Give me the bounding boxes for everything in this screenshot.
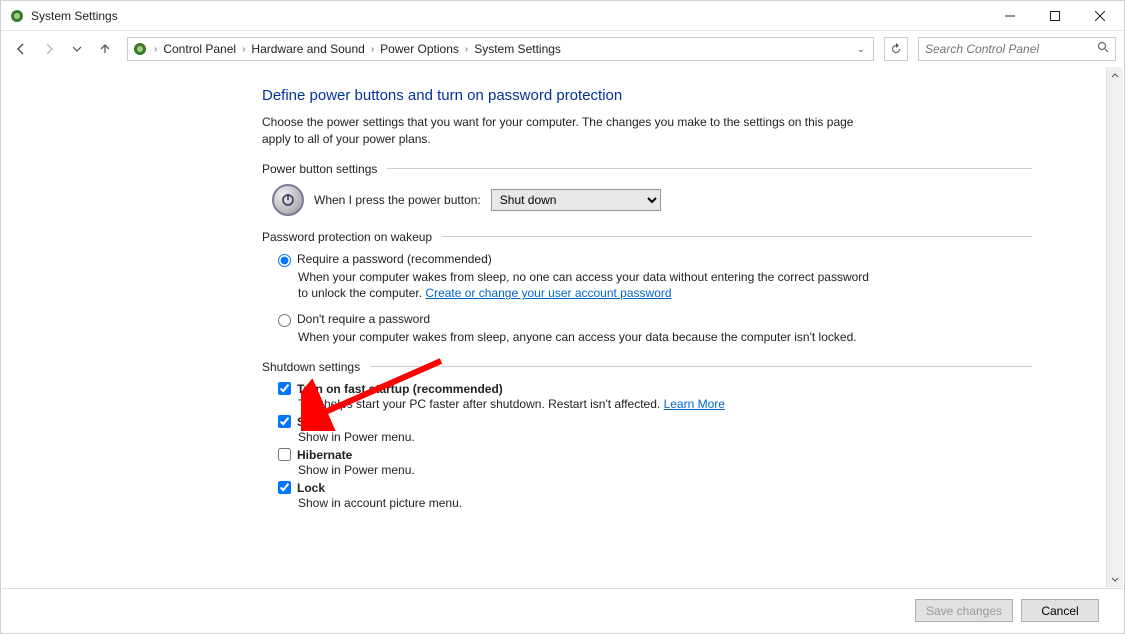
breadcrumb-item[interactable]: Control Panel (159, 42, 240, 56)
learn-more-link[interactable]: Learn More (664, 397, 725, 411)
power-options-folder-icon (132, 41, 148, 57)
section-header-power-button: Power button settings (262, 162, 377, 176)
divider (442, 236, 1032, 237)
breadcrumb-item[interactable]: System Settings (470, 42, 565, 56)
require-password-desc: When your computer wakes from sleep, no … (298, 269, 878, 303)
fast-startup-label[interactable]: Turn on fast startup (recommended) (297, 382, 503, 396)
require-password-radio[interactable] (278, 254, 291, 267)
hibernate-desc: Show in Power menu. (298, 463, 1032, 477)
vertical-scrollbar[interactable] (1106, 67, 1123, 587)
lock-checkbox[interactable] (278, 481, 291, 494)
maximize-button[interactable] (1032, 1, 1077, 30)
up-button[interactable] (93, 37, 117, 61)
hibernate-label[interactable]: Hibernate (297, 448, 352, 462)
fast-startup-desc: This helps start your PC faster after sh… (298, 397, 1032, 411)
scroll-down-button[interactable] (1107, 570, 1123, 587)
save-changes-button[interactable]: Save changes (915, 599, 1013, 622)
search-icon[interactable] (1097, 40, 1109, 58)
chevron-down-icon[interactable]: ⌄ (853, 44, 869, 55)
search-input-wrapper[interactable] (918, 37, 1116, 61)
page-intro: Choose the power settings that you want … (262, 114, 862, 148)
power-options-window-icon (9, 8, 25, 24)
chevron-right-icon[interactable]: › (240, 44, 247, 55)
sleep-checkbox[interactable] (278, 415, 291, 428)
power-button-label: When I press the power button: (314, 193, 481, 207)
divider (387, 168, 1032, 169)
refresh-button[interactable] (884, 37, 908, 61)
power-button-action-select[interactable]: Shut down (491, 189, 661, 211)
search-input[interactable] (925, 42, 1097, 56)
section-header-password: Password protection on wakeup (262, 230, 432, 244)
breadcrumb-item[interactable]: Power Options (376, 42, 463, 56)
require-password-label[interactable]: Require a password (recommended) (297, 252, 492, 266)
chevron-right-icon[interactable]: › (152, 44, 159, 55)
power-icon (272, 184, 304, 216)
fast-startup-checkbox[interactable] (278, 382, 291, 395)
no-password-label[interactable]: Don't require a password (297, 312, 430, 326)
cancel-button[interactable]: Cancel (1021, 599, 1099, 622)
back-button[interactable] (9, 37, 33, 61)
recent-locations-button[interactable] (65, 37, 89, 61)
forward-button[interactable] (37, 37, 61, 61)
breadcrumb[interactable]: › Control Panel › Hardware and Sound › P… (127, 37, 874, 61)
window-title: System Settings (31, 9, 118, 23)
close-button[interactable] (1077, 1, 1122, 30)
lock-desc: Show in account picture menu. (298, 496, 1032, 510)
change-password-link[interactable]: Create or change your user account passw… (425, 286, 671, 300)
chevron-right-icon[interactable]: › (369, 44, 376, 55)
sleep-label[interactable]: Sleep (297, 415, 329, 429)
chevron-right-icon[interactable]: › (463, 44, 470, 55)
scroll-thumb[interactable] (1107, 84, 1123, 570)
section-header-shutdown: Shutdown settings (262, 360, 360, 374)
no-password-radio[interactable] (278, 314, 291, 327)
no-password-desc: When your computer wakes from sleep, any… (298, 329, 878, 346)
scroll-up-button[interactable] (1107, 67, 1123, 84)
lock-label[interactable]: Lock (297, 481, 325, 495)
hibernate-checkbox[interactable] (278, 448, 291, 461)
breadcrumb-item[interactable]: Hardware and Sound (247, 42, 368, 56)
page-title: Define power buttons and turn on passwor… (262, 87, 1032, 104)
minimize-button[interactable] (987, 1, 1032, 30)
sleep-desc: Show in Power menu. (298, 430, 1032, 444)
divider (370, 366, 1032, 367)
